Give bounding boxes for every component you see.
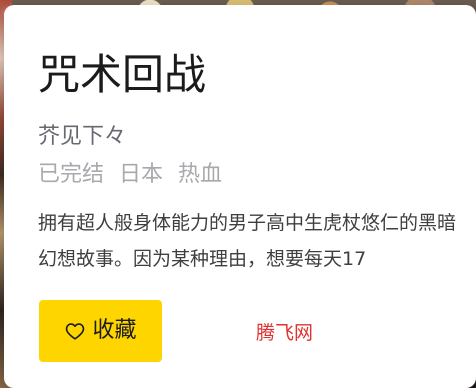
source-link[interactable]: 腾飞网: [256, 320, 313, 346]
heart-outline-icon: [64, 320, 86, 342]
tag-region: 日本: [119, 162, 164, 187]
comic-title: 咒术回战: [38, 50, 207, 99]
favorite-button[interactable]: 收藏: [39, 300, 162, 362]
comic-detail-card: 咒术回战 芥见下々 已完结 日本 热血 拥有超人般身体能力的男子高中生虎杖悠仁的…: [4, 5, 476, 388]
favorite-label: 收藏: [92, 318, 137, 343]
comic-tags: 已完结 日本 热血: [38, 160, 230, 190]
comic-author: 芥见下々: [38, 124, 127, 149]
comic-description: 拥有超人般身体能力的男子高中生虎杖悠仁的黑暗幻想故事。因为某种理由，想要每天17: [38, 212, 457, 270]
tag-status: 已完结: [38, 162, 105, 187]
tag-genre: 热血: [178, 162, 223, 187]
